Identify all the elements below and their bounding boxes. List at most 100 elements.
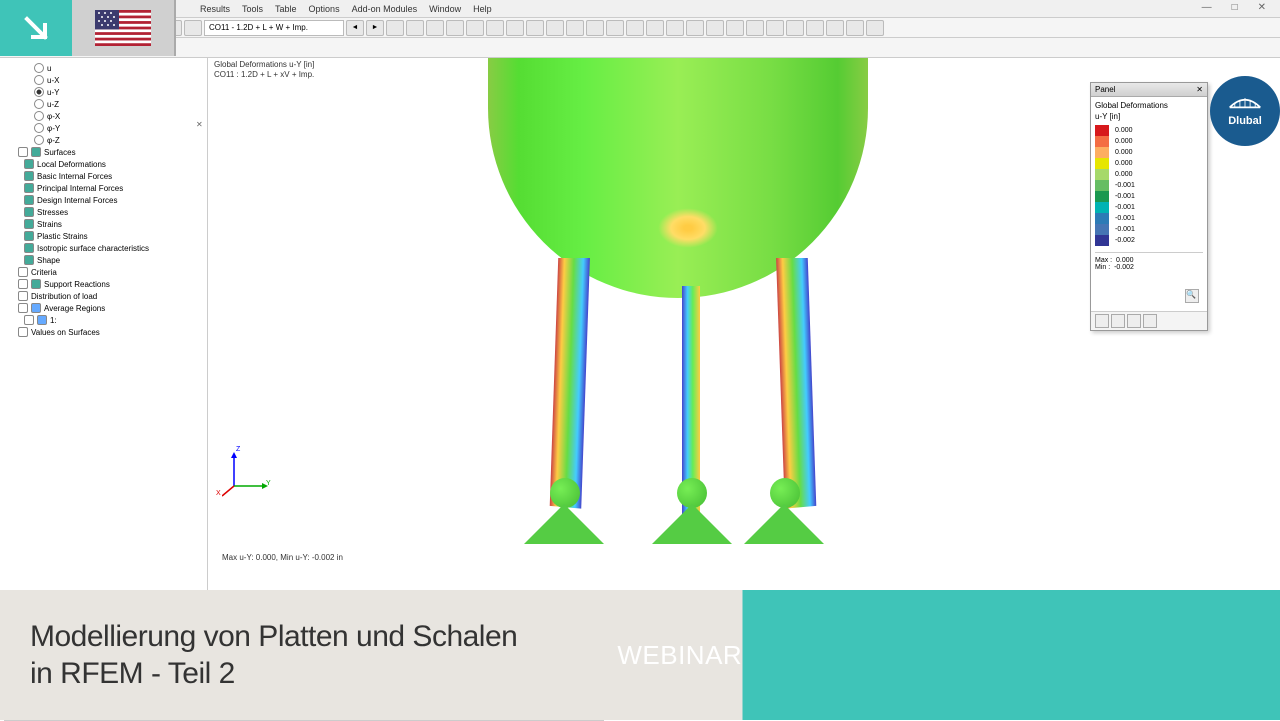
checkbox-icon [18,291,28,301]
tb-btn[interactable] [806,20,824,36]
tree-phiy[interactable]: φ-Y [4,122,203,134]
tank-model [488,58,868,298]
tb-btn[interactable] [826,20,844,36]
close-button[interactable]: ✕ [1252,2,1272,13]
tree-ux[interactable]: u-X [4,74,203,86]
zoom-icon[interactable]: 🔍 [1185,289,1199,303]
tb-btn[interactable] [626,20,644,36]
tree-label: Support Reactions [44,280,110,289]
tree-u[interactable]: u [4,62,203,74]
tb-btn[interactable] [706,20,724,36]
support-cone [524,504,604,544]
viewport-title: Global Deformations u-Y [in] CO11 : 1.2D… [214,60,314,81]
menu-results[interactable]: Results [200,4,230,14]
pf-btn[interactable] [1143,314,1157,328]
support-cone [652,504,732,544]
tree-close-icon[interactable]: ✕ [196,120,203,129]
tb-btn[interactable] [786,20,804,36]
tree-surf-item[interactable]: Plastic Strains [4,230,203,242]
tb-btn[interactable] [646,20,664,36]
menu-addons[interactable]: Add-on Modules [352,4,418,14]
pf-btn[interactable] [1111,314,1125,328]
tree-surf-item[interactable]: Design Internal Forces [4,194,203,206]
tree-surf-item[interactable]: Principal Internal Forces [4,182,203,194]
support-icon [31,279,41,289]
tb-btn[interactable] [426,20,444,36]
tree-surf-item[interactable]: Stresses [4,206,203,218]
tree-uy[interactable]: u-Y [4,86,203,98]
menu-window[interactable]: Window [429,4,461,14]
tree-label: u [47,64,51,73]
menu-tools[interactable]: Tools [242,4,263,14]
tb-btn[interactable] [486,20,504,36]
tb-btn[interactable] [446,20,464,36]
tb-btn[interactable] [526,20,544,36]
panel-close-icon[interactable]: ✕ [1196,85,1203,94]
tb-btn[interactable] [846,20,864,36]
tb-btn[interactable] [406,20,424,36]
tree-support[interactable]: Support Reactions [4,278,203,290]
tree-phiz[interactable]: φ-Z [4,134,203,146]
load-combo-input[interactable] [204,20,344,36]
maximize-button[interactable]: □ [1226,2,1244,13]
tree-label: Criteria [31,268,57,277]
tb-btn[interactable]: ► [366,20,384,36]
tree-label: u-Z [47,100,59,109]
tb-btn[interactable] [766,20,784,36]
tree-label: φ-Z [47,136,60,145]
tb-btn[interactable] [184,20,202,36]
tree-values[interactable]: Values on Surfaces [4,326,203,338]
tb-btn[interactable] [506,20,524,36]
tb-btn[interactable] [566,20,584,36]
main-area: ✕ u u-X u-Y u-Z φ-X φ-Y φ-Z Surfaces Loc… [0,58,1280,670]
tree-label: Average Regions [44,304,105,313]
tree-surf-item[interactable]: Basic Internal Forces [4,170,203,182]
tree-surf-item[interactable]: Local Deformations [4,158,203,170]
tree-phix[interactable]: φ-X [4,110,203,122]
tb-btn[interactable] [466,20,484,36]
tb-btn[interactable] [726,20,744,36]
folder-icon [24,243,34,253]
surface-icon [31,147,41,157]
color-legend: 0.0000.0000.0000.0000.000-0.001-0.001-0.… [1095,125,1203,246]
navigator-tree: u u-X u-Y u-Z φ-X φ-Y φ-Z Surfaces Local… [0,58,208,670]
tb-btn[interactable] [586,20,604,36]
menu-help[interactable]: Help [473,4,492,14]
radio-icon [34,87,44,97]
tree-surfaces[interactable]: Surfaces [4,146,203,158]
tb-btn[interactable] [386,20,404,36]
legend-unit: u-Y [in] [1095,112,1203,121]
flag-badge [72,0,176,56]
menu-table[interactable]: Table [275,4,297,14]
tree-surf-item[interactable]: Shape [4,254,203,266]
tb-btn[interactable] [666,20,684,36]
pf-btn[interactable] [1127,314,1141,328]
tb-btn[interactable] [686,20,704,36]
tank-leg [776,258,816,509]
checkbox-icon [24,315,34,325]
tb-btn[interactable] [866,20,884,36]
tb-btn[interactable] [746,20,764,36]
tb-btn[interactable] [546,20,564,36]
tree-label: u-Y [47,88,59,97]
minimize-button[interactable]: — [1196,2,1218,13]
tree-avg-regions[interactable]: Average Regions [4,302,203,314]
tb-btn[interactable] [606,20,624,36]
checkbox-icon [18,267,28,277]
tree-distribution[interactable]: Distribution of load [4,290,203,302]
panel-footer [1091,311,1207,330]
banner-title: Modellierung von Platten und Schalenin R… [0,618,517,693]
panel-titlebar[interactable]: Panel ✕ [1091,83,1207,97]
results-panel[interactable]: Panel ✕ Global Deformations u-Y [in] 0.0… [1090,82,1208,331]
tree-criteria[interactable]: Criteria [4,266,203,278]
tree-surf-item[interactable]: Isotropic surface characteristics [4,242,203,254]
tree-surf-item[interactable]: Strains [4,218,203,230]
pf-btn[interactable] [1095,314,1109,328]
tree-avg-1[interactable]: 1: [4,314,203,326]
menubar: Results Tools Table Options Add-on Modul… [0,0,1280,18]
arrow-down-right-icon [19,11,53,45]
tree-uz[interactable]: u-Z [4,98,203,110]
radio-icon [34,135,44,145]
menu-options[interactable]: Options [309,4,340,14]
tb-btn[interactable]: ◄ [346,20,364,36]
